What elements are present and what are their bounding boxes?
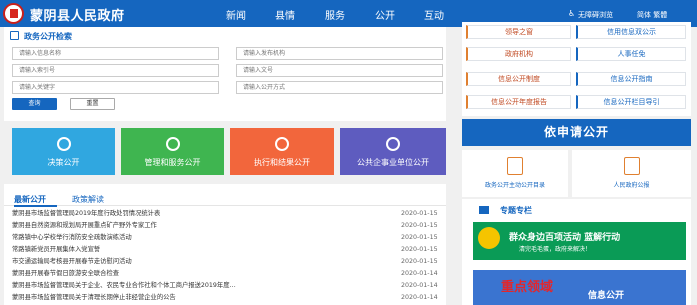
news-date: 2020-01-14: [401, 282, 438, 289]
link-leaders[interactable]: 领导之窗: [466, 25, 571, 39]
search-panel-title: 政务公开检索: [24, 32, 72, 41]
news-date: 2020-01-14: [401, 270, 438, 277]
news-title[interactable]: 蒙阴县市场监督管理局关于清理长期停止非经营企业的公告: [12, 293, 392, 303]
building-icon: [386, 137, 400, 151]
topic-banner-key-areas[interactable]: 重点领域 信息公开: [473, 270, 686, 305]
tab-policy-interpretation[interactable]: 政策解读: [72, 194, 104, 205]
link-personnel[interactable]: 人事任免: [576, 47, 686, 61]
news-title[interactable]: 蒙阴县市场监督管理局2019年度行政处罚情况统计表: [12, 209, 392, 219]
topic-banner-activity[interactable]: 群众身边百项活动 蓝解行动 清完毛毛蛋，政府来解决！: [473, 222, 686, 260]
news-title[interactable]: 蒙阴县自然资源和规划局开展重点矿产野外专家工作: [12, 221, 392, 231]
tile-label: 执行和结果公开: [254, 158, 310, 167]
query-button[interactable]: 查询: [12, 98, 57, 110]
gavel-icon: [56, 137, 71, 151]
link-info-guide[interactable]: 信息公开指南: [576, 72, 686, 86]
news-title[interactable]: 蒙阴县开展春节假日旅游安全联合检查: [12, 269, 392, 279]
apply-disclosure-banner[interactable]: 依申请公开: [462, 119, 691, 146]
link-credit-info[interactable]: 信用信息双公示: [576, 25, 686, 39]
news-item[interactable]: 市交通运输局考核县开展春节走访慰问活动 2020-01-15: [12, 257, 444, 267]
news-item[interactable]: 蒙阴县市场监督管理局关于清理长期停止非经营企业的公告 2020-01-14: [12, 293, 444, 303]
language-switch[interactable]: 简体 繁體: [637, 10, 667, 20]
topic-icon: [479, 206, 489, 214]
tile-public-institutions-open[interactable]: 公共企事业单位公开: [340, 128, 446, 175]
tile-execution-result-open[interactable]: 执行和结果公开: [230, 128, 334, 175]
index-number-input[interactable]: [12, 64, 219, 77]
service-icon: [165, 137, 180, 151]
news-date: 2020-01-15: [401, 258, 438, 265]
tile-label: 决策公开: [47, 158, 80, 167]
tile-management-service-open[interactable]: 管理和服务公开: [121, 128, 224, 175]
news-item[interactable]: 蒙阴县市场监督管理局2019年度行政处罚情况统计表 2020-01-15: [12, 209, 444, 219]
nav-service[interactable]: 服务: [325, 7, 345, 22]
news-item[interactable]: 常路镇中心学校举行消防安全疏散演练活动 2020-01-15: [12, 233, 444, 243]
info-name-input[interactable]: [12, 47, 219, 60]
news-date: 2020-01-14: [401, 294, 438, 301]
news-item[interactable]: 蒙阴县自然资源和规划局开展重点矿产野外专家工作 2020-01-15: [12, 221, 444, 231]
tile-label: 管理和服务公开: [144, 158, 201, 167]
reset-button[interactable]: 重置: [70, 98, 115, 110]
gazette-label: 人民政府公报: [613, 182, 650, 189]
topics-title: 专题专栏: [500, 206, 532, 215]
tile-label: 公共企事业单位公开: [357, 158, 429, 167]
document-icon: [10, 31, 19, 40]
nav-interact[interactable]: 互动: [424, 7, 444, 22]
link-column-guide[interactable]: 信息公开栏目导引: [576, 95, 686, 109]
execution-icon: [275, 137, 289, 151]
news-item[interactable]: 蒙阴县开展春节假日旅游安全联合检查 2020-01-14: [12, 269, 444, 279]
news-date: 2020-01-15: [401, 246, 438, 253]
news-title[interactable]: 常路镇新党员开展集体入党宣誓: [12, 245, 392, 255]
link-annual-report[interactable]: 信息公开年度报告: [466, 95, 571, 109]
government-emblem-logo[interactable]: [3, 3, 24, 24]
banner2-main: 重点领域: [501, 280, 554, 295]
site-title[interactable]: 蒙阴县人民政府: [30, 5, 125, 24]
news-title[interactable]: 蒙阴县市场监督管理局关于企业、农民专业合作社和个体工商户报送2019年度…: [12, 281, 392, 291]
accessibility-icon: ♿: [568, 9, 576, 18]
topics-panel: 专题专栏 群众身边百项活动 蓝解行动 清完毛毛蛋，政府来解决！ 重点领域 信息公…: [462, 199, 691, 305]
nav-news[interactable]: 新闻: [226, 7, 246, 22]
banner1-sub: 清完毛毛蛋，政府来解决！: [519, 246, 592, 253]
news-date: 2020-01-15: [401, 210, 438, 217]
news-tabs: [4, 192, 446, 206]
disclosure-method-input[interactable]: [236, 81, 443, 94]
news-date: 2020-01-15: [401, 222, 438, 229]
link-info-system[interactable]: 信息公开制度: [466, 72, 571, 86]
publish-org-input[interactable]: [236, 47, 443, 60]
gov-gazette[interactable]: 人民政府公报: [572, 150, 691, 197]
tile-decision-open[interactable]: 决策公开: [12, 128, 115, 175]
banner1-main: 群众身边百项活动 蓝解行动: [509, 233, 621, 243]
accessibility-link[interactable]: 无障碍浏览: [578, 10, 613, 20]
gazette-icon: [623, 157, 640, 175]
emblem-icon: [478, 227, 500, 249]
active-disclosure-catalog[interactable]: 政务公开主动公开目录: [462, 150, 568, 197]
catalog-icon: [507, 157, 523, 175]
active-tab-indicator: [14, 205, 57, 207]
news-title[interactable]: 常路镇中心学校举行消防安全疏散演练活动: [12, 233, 392, 243]
tab-latest-open[interactable]: 最新公开: [14, 194, 46, 205]
news-date: 2020-01-15: [401, 234, 438, 241]
nav-open[interactable]: 公开: [375, 7, 395, 22]
news-item[interactable]: 常路镇新党员开展集体入党宣誓 2020-01-15: [12, 245, 444, 255]
catalog-label: 政务公开主动公开目录: [484, 182, 545, 189]
keyword-input[interactable]: [12, 81, 219, 94]
banner2-sub: 信息公开: [588, 291, 625, 301]
link-gov-agencies[interactable]: 政府机构: [466, 47, 571, 61]
document-number-input[interactable]: [236, 64, 443, 77]
news-item[interactable]: 蒙阴县市场监督管理局关于企业、农民专业合作社和个体工商户报送2019年度… 202…: [12, 281, 444, 291]
news-title[interactable]: 市交通运输局考核县开展春节走访慰问活动: [12, 257, 392, 267]
nav-county-info[interactable]: 县情: [275, 7, 295, 22]
